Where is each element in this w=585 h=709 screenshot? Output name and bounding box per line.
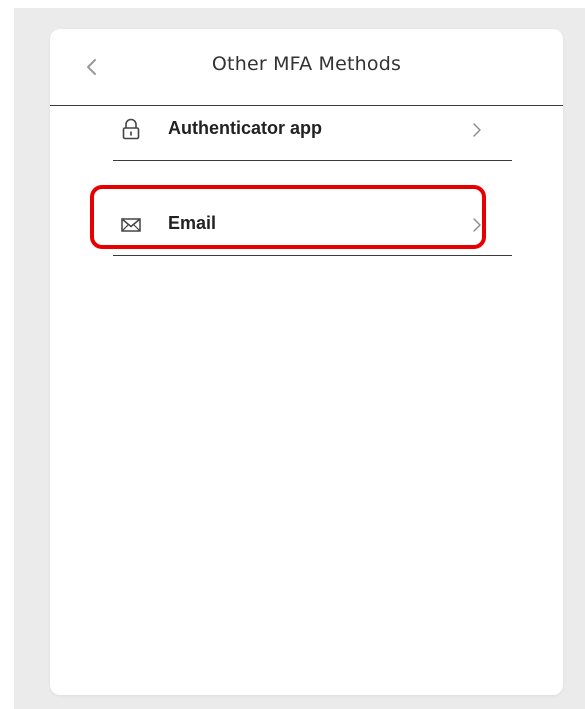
panel-header: Other MFA Methods <box>50 29 563 106</box>
method-label: Email <box>168 213 217 233</box>
row-divider <box>113 160 512 161</box>
chevron-right-icon <box>470 215 484 235</box>
chevron-right-icon <box>470 120 484 140</box>
lock-icon <box>120 118 142 140</box>
method-item-email[interactable]: Email <box>113 193 512 256</box>
method-label: Authenticator app <box>168 118 323 138</box>
page-title: Other MFA Methods <box>211 53 402 75</box>
row-divider <box>113 255 512 256</box>
method-item-authenticator-app[interactable]: Authenticator app <box>113 98 512 161</box>
envelope-icon <box>120 214 142 236</box>
